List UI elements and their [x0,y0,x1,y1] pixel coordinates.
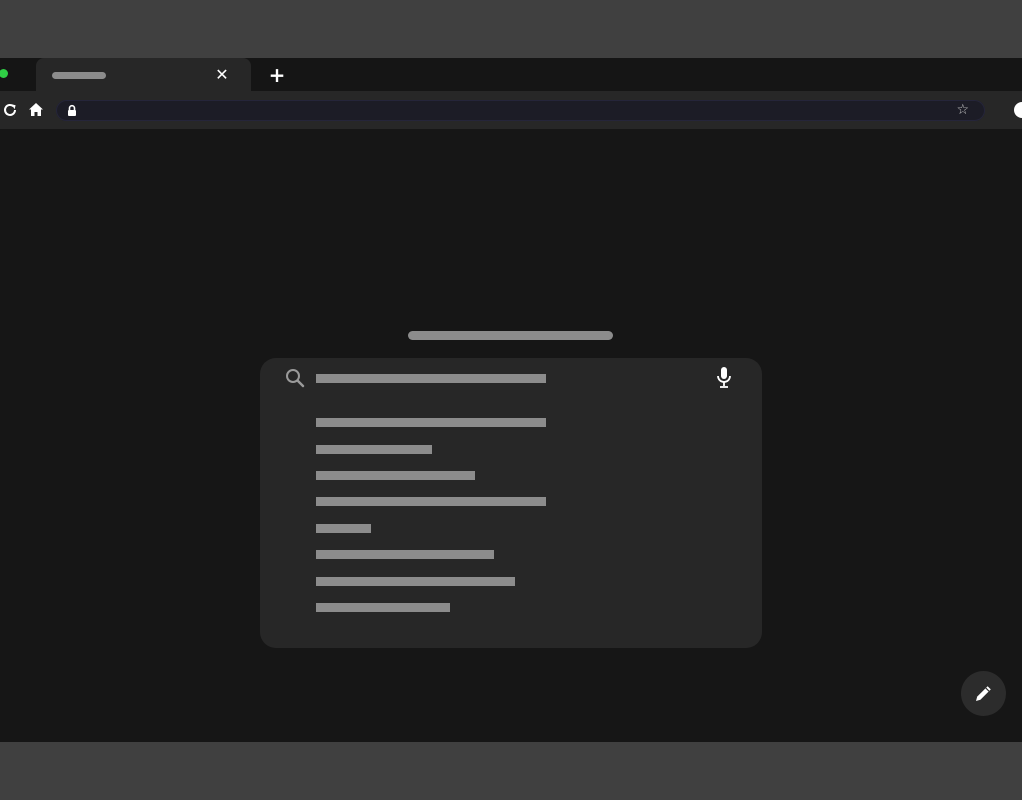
browser-toolbar: ☆ [0,91,1022,129]
microphone-icon[interactable] [715,366,733,390]
suggestion-item[interactable] [316,524,371,533]
tab-title [52,72,106,79]
search-icon [284,367,306,389]
search-logo [408,331,613,340]
address-bar[interactable]: ☆ [56,100,985,121]
customize-button[interactable] [961,671,1006,716]
bookmark-star-icon[interactable]: ☆ [956,101,969,120]
reload-icon[interactable] [1,101,19,119]
new-tab-page [0,129,1022,742]
suggestion-item[interactable] [316,550,494,559]
home-icon[interactable] [27,101,45,119]
search-input[interactable] [316,374,546,383]
new-tab-button[interactable]: + [267,65,287,85]
suggestion-item[interactable] [316,445,432,454]
tab-close-icon[interactable]: ✕ [212,65,232,85]
browser-tab[interactable]: ✕ [36,58,251,91]
suggestion-item[interactable] [316,418,546,427]
window-frame-top [0,0,1022,58]
suggestion-item[interactable] [316,497,546,506]
suggestion-item[interactable] [316,471,475,480]
window-frame-bottom [0,742,1022,800]
search-box[interactable] [260,358,762,648]
lock-icon [66,104,78,117]
suggestion-item[interactable] [316,577,515,586]
suggestion-item[interactable] [316,603,450,612]
